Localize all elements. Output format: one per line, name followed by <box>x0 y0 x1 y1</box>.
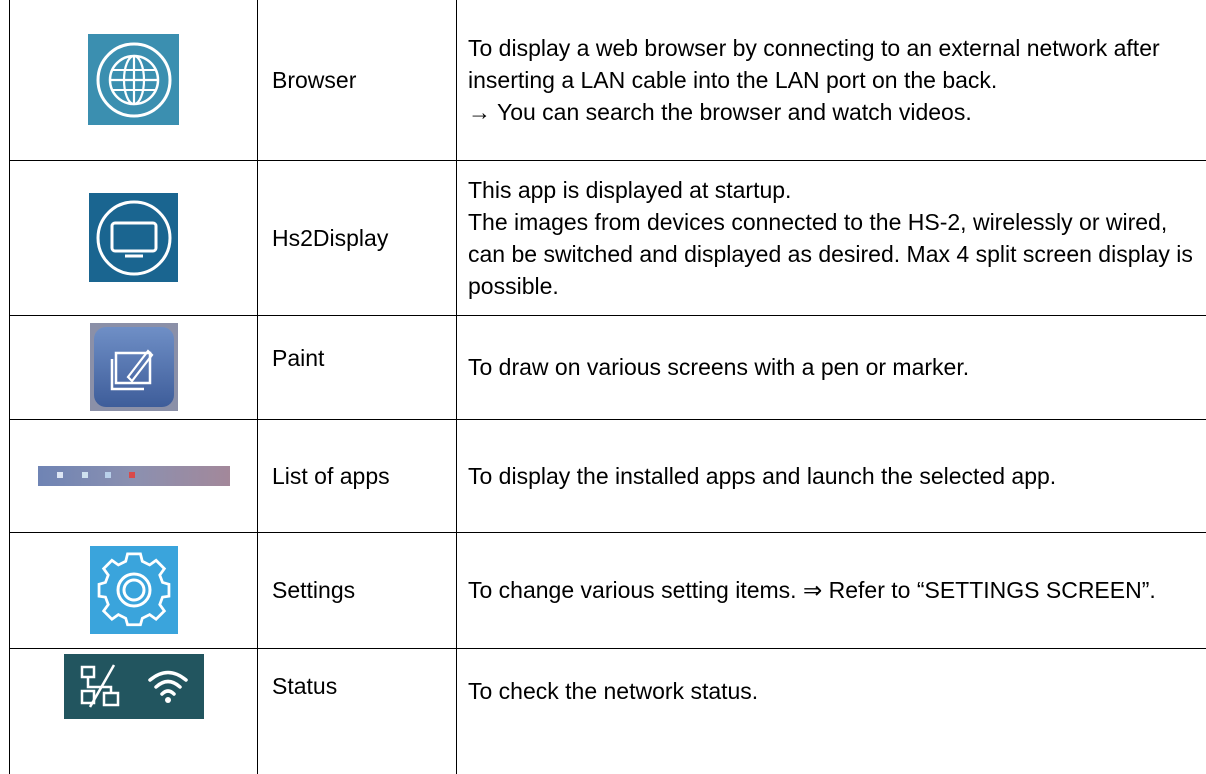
app-name: List of apps <box>272 462 390 489</box>
wifi-icon <box>147 671 188 704</box>
table-row: Paint To draw on various screens with a … <box>9 314 1206 420</box>
description-line: To check the network status. <box>468 678 759 705</box>
table-row: List of apps To display the installed ap… <box>9 418 1206 533</box>
network-status-icon <box>63 653 204 719</box>
icon-cell <box>9 314 258 420</box>
table-row: Browser To display a web browser by conn… <box>9 0 1206 161</box>
paint-icon <box>89 323 178 411</box>
description-line: To display a web browser by connecting t… <box>468 34 1160 93</box>
name-cell: List of apps <box>257 418 457 533</box>
app-name: Settings <box>272 577 356 603</box>
description-line: To display the installed apps and launch… <box>468 462 1057 489</box>
table-row: Status To check the network status. <box>9 647 1206 774</box>
icon-cell <box>9 418 258 533</box>
app-name: Status <box>272 673 338 700</box>
description-line: → You can search the browser and watch v… <box>468 98 972 125</box>
description-cell: To display the installed apps and launch… <box>456 418 1206 533</box>
name-cell: Paint <box>257 314 457 420</box>
icon-cell <box>9 0 258 161</box>
icon-cell <box>9 159 258 316</box>
monitor-icon <box>89 193 178 282</box>
gear-icon <box>89 546 178 634</box>
globe-icon <box>88 34 179 126</box>
apps-table: Browser To display a web browser by conn… <box>9 0 1206 774</box>
description-cell: To draw on various screens with a pen or… <box>456 314 1206 420</box>
table-row: Settings To change various setting items… <box>9 531 1206 649</box>
name-cell: Settings <box>257 531 457 649</box>
description-cell: To change various setting items. ⇒ Refer… <box>456 531 1206 649</box>
app-name: Hs2Display <box>272 224 389 251</box>
description-line: This app is displayed at startup. <box>468 176 792 203</box>
wired-network-icon <box>80 664 119 708</box>
description-line: To change various setting items. ⇒ Refer… <box>468 577 1156 603</box>
icon-cell <box>9 531 258 649</box>
description-cell: This app is displayed at startup. The im… <box>456 159 1206 316</box>
app-name: Paint <box>272 345 325 371</box>
table-row: Hs2Display This app is displayed at star… <box>9 159 1206 316</box>
name-cell: Hs2Display <box>257 159 457 316</box>
description-cell: To check the network status. <box>456 647 1206 774</box>
description-line: The images from devices connected to the… <box>468 208 1193 299</box>
icon-cell <box>9 647 258 774</box>
app-list-bar-icon <box>37 465 230 486</box>
description-cell: To display a web browser by connecting t… <box>456 0 1206 161</box>
description-line: To draw on various screens with a pen or… <box>468 354 970 380</box>
app-name: Browser <box>272 66 357 93</box>
name-cell: Status <box>257 647 457 774</box>
name-cell: Browser <box>257 0 457 161</box>
